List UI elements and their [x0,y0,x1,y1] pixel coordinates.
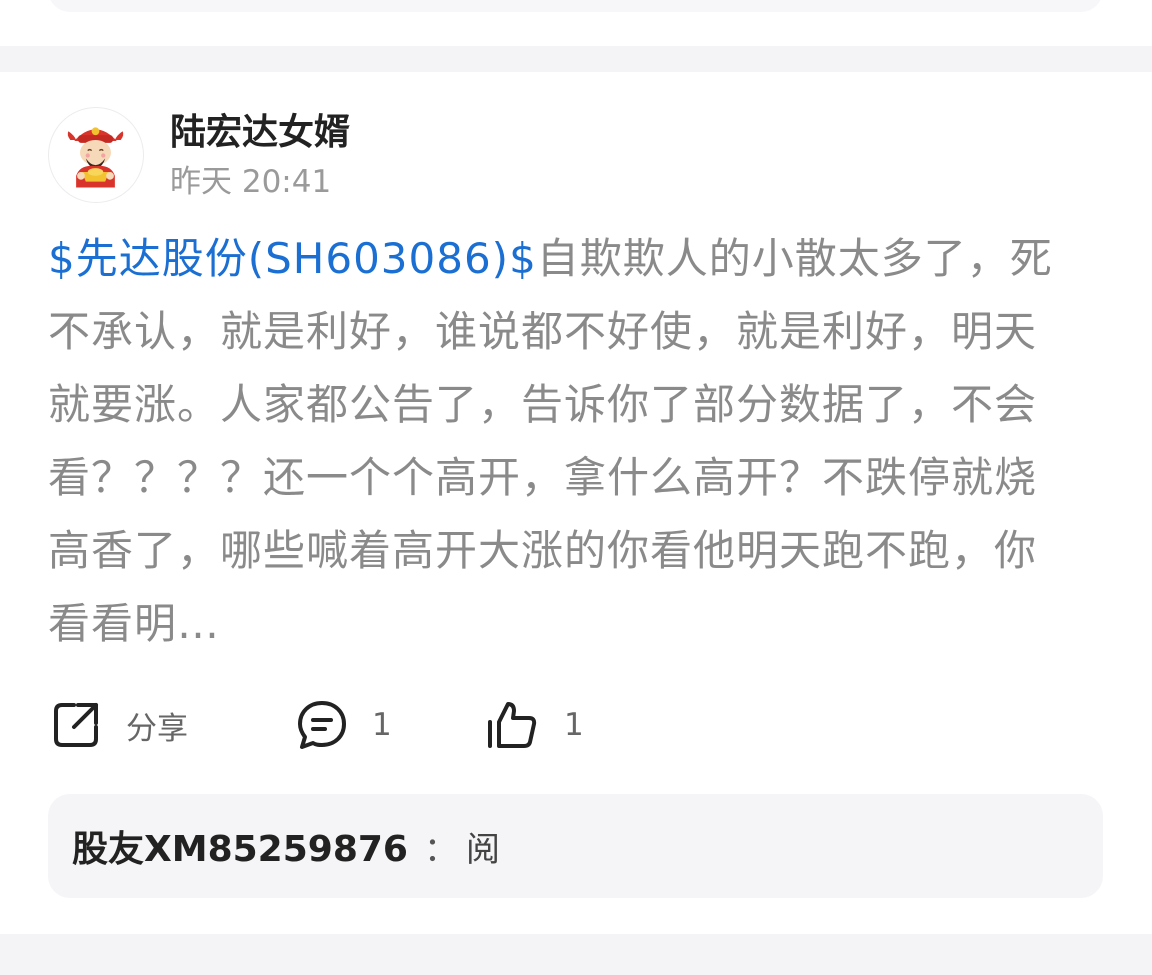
comment-separator: ： [423,829,458,870]
comment-count: 1 [372,707,392,743]
share-button[interactable]: 分享 [48,694,188,756]
like-count: 1 [564,707,584,743]
thumbs-up-icon [488,702,537,748]
commenter-name[interactable]: 股友XM85259876 [72,820,408,872]
post-body[interactable]: $先达股份(SH603086)$自欺欺人的小散太多了，死不承认，就是利好，谁说都… [48,222,1078,660]
share-icon [54,703,98,747]
post-card[interactable]: 陆宏达女婿 昨天 20:41 $先达股份(SH603086)$自欺欺人的小散太多… [0,72,1152,934]
comment-text: 阅 [465,829,500,870]
like-button[interactable]: 1 [484,694,584,756]
post-time: 昨天 20:41 [170,164,332,200]
god-of-wealth-avatar-icon [67,127,124,188]
comment-preview[interactable]: 股友XM85259876 ： 阅 [48,794,1103,898]
author-avatar[interactable] [48,107,144,203]
previous-comment-box [48,0,1103,12]
comment-button[interactable]: 1 [294,694,392,756]
post-actions: 分享 1 1 [48,694,648,756]
feed-divider [0,934,1152,975]
share-label: 分享 [126,710,188,747]
post-body-text: 自欺欺人的小散太多了，死不承认，就是利好，谁说都不好使，就是利好，明天就要涨。人… [48,234,1053,648]
author-name[interactable]: 陆宏达女婿 [170,110,350,156]
stock-link[interactable]: $先达股份(SH603086)$ [48,234,537,283]
comment-icon [298,701,346,749]
